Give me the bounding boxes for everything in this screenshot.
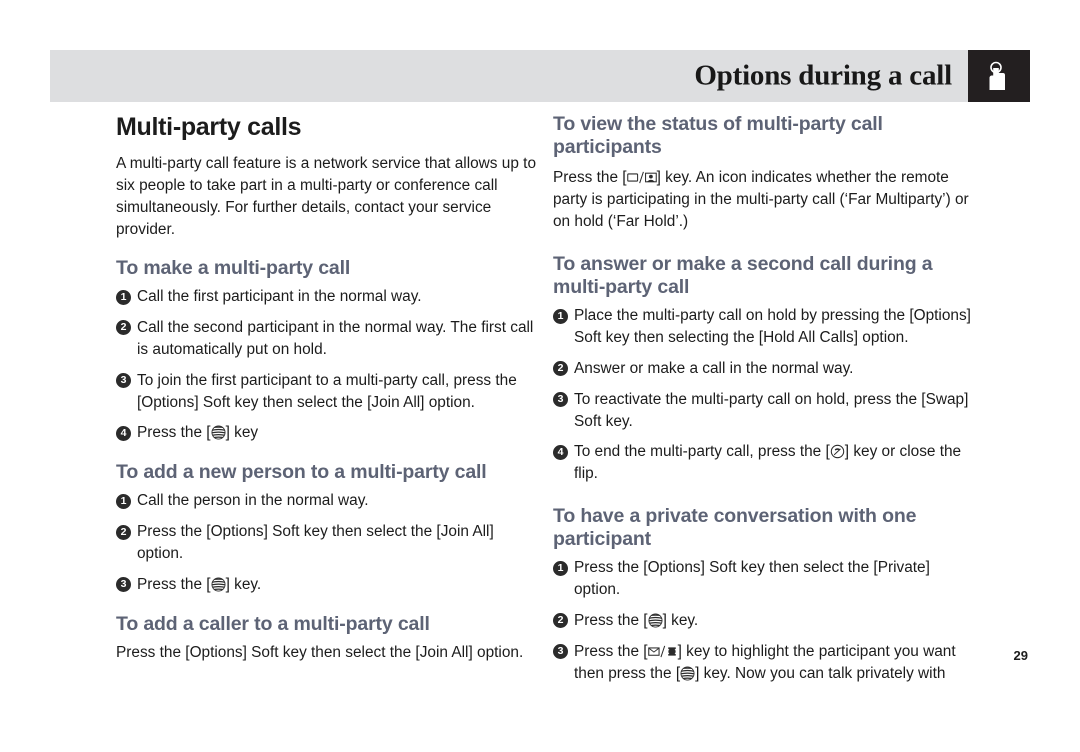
hand-press-icon — [988, 61, 1010, 91]
list-item: 2 Answer or make a call in the normal wa… — [553, 358, 978, 380]
page-number: 29 — [1013, 648, 1028, 663]
list-item: 3 Press the [ ] key to highlight the par… — [553, 641, 978, 685]
step-marker: 4 — [553, 444, 568, 460]
step-text: Press the [ — [574, 611, 648, 629]
step-list: 1 Call the person in the normal way. 2 P… — [116, 490, 536, 596]
intro-paragraph: A multi-party call feature is a network … — [116, 155, 537, 239]
list-item: 2 Call the second participant in the nor… — [116, 317, 536, 361]
step-text: To end the multi-party call, press the [ — [574, 443, 830, 461]
block-paragraph: Press the [Options] Soft key then select… — [116, 643, 524, 661]
block-to-view-the-status: To view the status of multi-party call p… — [553, 113, 978, 233]
left-column: Multi-party calls A multi-party call fea… — [116, 113, 536, 666]
step-marker: 1 — [553, 560, 568, 576]
step-text-post: ] key. — [225, 575, 262, 593]
paragraph-text-pre: Press the [ — [553, 169, 627, 186]
step-marker: 4 — [116, 425, 131, 441]
page-header: Options during a call — [50, 50, 1030, 102]
end-call-icon — [830, 444, 845, 459]
step-text: Call the first participant in the normal… — [137, 288, 422, 306]
block-to-have-a-private-conversation: To have a private conversation with one … — [553, 505, 978, 684]
block-to-answer-or-make-a-second-call: To answer or make a second call during a… — [553, 253, 978, 485]
list-item: 4 To end the multi-party call, press the… — [553, 441, 978, 485]
subheading: To have a private conversation with one … — [553, 505, 917, 551]
block-paragraph: Press the [ ] key. An icon indicates whe… — [553, 167, 978, 233]
subheading: To make a multi-party call — [116, 257, 351, 280]
list-item: 1 Call the first participant in the norm… — [116, 286, 536, 308]
step-text: Press the [ — [137, 424, 211, 442]
block-to-add-a-caller: To add a caller to a multi-party call Pr… — [116, 613, 536, 664]
envelope-slash-contact-icon — [626, 170, 657, 185]
page-title: Multi-party calls — [116, 113, 302, 141]
block-to-make-a-multi-party-call: To make a multi-party call 1 Call the fi… — [116, 257, 536, 444]
step-text: To join the first participant to a multi… — [137, 371, 517, 411]
envelope-slash-phone-icon — [647, 644, 678, 659]
step-text: To reactivate the multi-party call on ho… — [574, 390, 969, 430]
list-item: 2 Press the [Options] Soft key then sele… — [116, 521, 536, 565]
subheading: To answer or make a second call during a… — [553, 253, 933, 299]
step-text: Press the [Options] Soft key then select… — [137, 523, 494, 563]
list-item: 1 Place the multi-party call on hold by … — [553, 305, 978, 349]
list-item: 3 To join the first participant to a mul… — [116, 370, 536, 414]
step-text-post-2: ] key. Now you can talk privately with — [695, 664, 946, 682]
subheading: To add a new person to a multi-party cal… — [116, 461, 487, 484]
page-header-title: Options during a call — [694, 59, 952, 92]
step-marker: 3 — [116, 577, 131, 593]
att-globe-icon — [680, 666, 695, 681]
list-item: 3 To reactivate the multi-party call on … — [553, 389, 978, 433]
step-marker: 2 — [553, 361, 568, 377]
att-globe-icon — [211, 425, 226, 440]
step-marker: 3 — [553, 644, 568, 660]
list-item: 3 Press the [ ] key. — [116, 574, 536, 596]
header-icon-box — [968, 50, 1030, 102]
step-marker: 2 — [116, 524, 131, 540]
subheading: To view the status of multi-party call p… — [553, 113, 883, 158]
step-marker: 3 — [116, 373, 131, 389]
step-text: Press the [Options] Soft key then select… — [574, 559, 930, 599]
list-item: 1 Call the person in the normal way. — [116, 490, 536, 512]
step-list: 1 Press the [Options] Soft key then sele… — [553, 557, 978, 684]
step-text: Place the multi-party call on hold by pr… — [574, 307, 971, 346]
step-text-post: ] key. — [662, 611, 699, 629]
step-marker: 2 — [553, 613, 568, 629]
att-globe-icon — [648, 613, 663, 628]
list-item: 4 Press the [ ] key — [116, 422, 536, 444]
step-list: 1 Place the multi-party call on hold by … — [553, 305, 978, 485]
subheading: To add a caller to a multi-party call — [116, 612, 430, 635]
step-text: Answer or make a call in the normal way. — [574, 359, 854, 377]
list-item: 1 Press the [Options] Soft key then sele… — [553, 557, 978, 601]
step-text: Call the person in the normal way. — [137, 492, 369, 510]
step-marker: 1 — [553, 308, 568, 324]
step-list: 1 Call the first participant in the norm… — [116, 286, 536, 444]
list-item: 2 Press the [ ] key. — [553, 610, 978, 632]
step-marker: 1 — [116, 289, 131, 305]
right-column: To view the status of multi-party call p… — [553, 113, 978, 685]
step-text-post: ] key — [225, 424, 259, 442]
step-text: Call the second participant in the norma… — [137, 318, 534, 358]
step-marker: 2 — [116, 320, 131, 336]
step-text: Press the [ — [574, 642, 648, 660]
att-globe-icon — [211, 577, 226, 592]
block-to-add-a-new-person: To add a new person to a multi-party cal… — [116, 461, 536, 596]
step-marker: 1 — [116, 493, 131, 509]
step-text: Press the [ — [137, 575, 211, 593]
step-marker: 3 — [553, 392, 568, 408]
